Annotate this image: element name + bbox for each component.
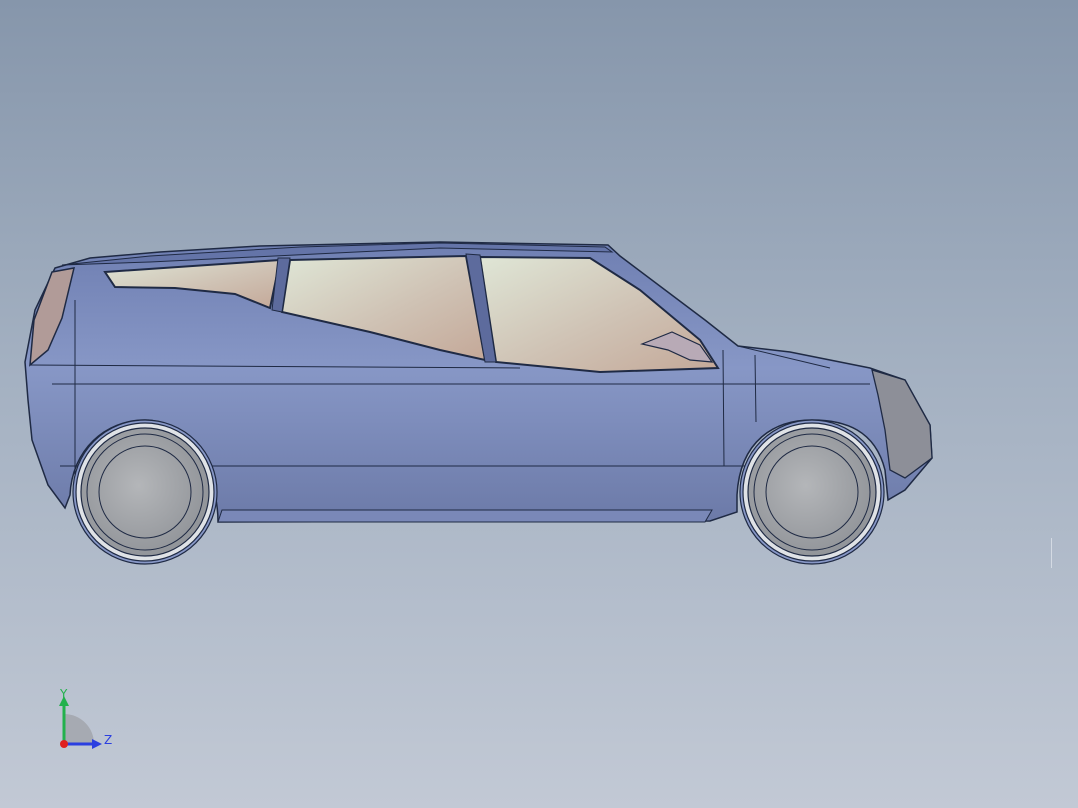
- z-axis-label: Z: [104, 733, 112, 747]
- x-axis-origin: [60, 740, 68, 748]
- y-axis-label: Y: [59, 687, 68, 701]
- rear-wheel[interactable]: [72, 419, 218, 565]
- viewport-edge-mark: [1051, 538, 1052, 568]
- front-wheel[interactable]: [739, 419, 885, 565]
- z-axis-arrowhead: [92, 739, 102, 749]
- triad-quadrant-shading: [64, 714, 94, 744]
- side-sill: [217, 509, 713, 523]
- axis-triad[interactable]: Y Z: [50, 686, 120, 752]
- car-model[interactable]: [0, 0, 1078, 808]
- graphics-viewport[interactable]: Y Z: [0, 0, 1078, 808]
